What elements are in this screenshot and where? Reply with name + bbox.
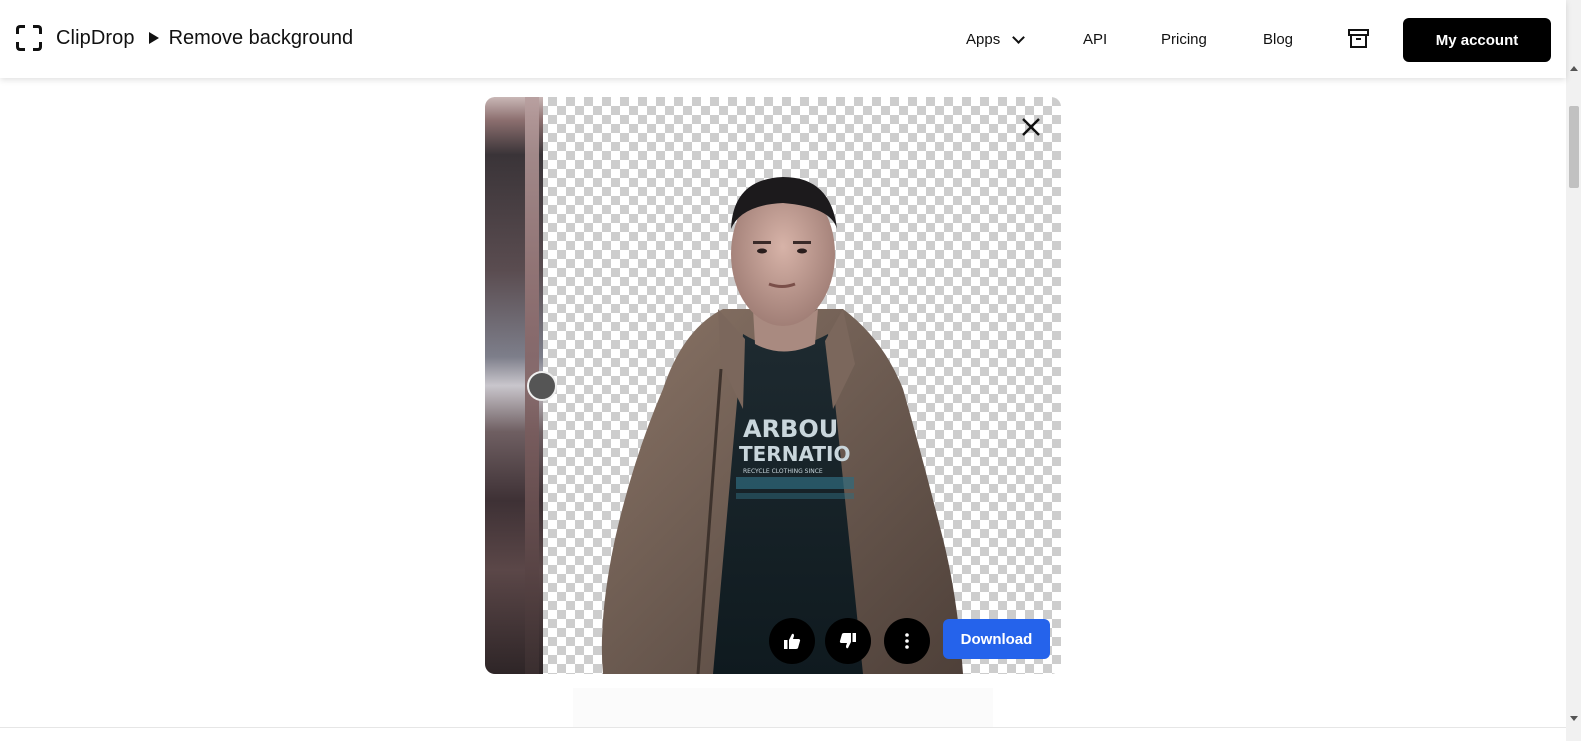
play-arrow-icon [148, 32, 159, 44]
page-scrollbar[interactable] [1566, 0, 1581, 741]
tshirt-text-line-3: RECYCLE CLOTHING SINCE [743, 468, 823, 475]
scroll-up-arrow-icon[interactable] [1570, 66, 1578, 71]
brand-name[interactable]: ClipDrop [56, 27, 135, 50]
scroll-down-arrow-icon[interactable] [1570, 716, 1578, 721]
image-comparison-card: ARBOU TERNATIO RECYCLE CLOTHING SINCE Do… [485, 97, 1061, 674]
archive-icon[interactable] [1348, 29, 1369, 48]
nav-apps-label: Apps [966, 31, 1001, 48]
my-account-button[interactable]: My account [1403, 18, 1551, 62]
cutout-subject-image: ARBOU TERNATIO RECYCLE CLOTHING SINCE [601, 177, 963, 674]
scrollbar-thumb[interactable] [1569, 106, 1579, 188]
clipdrop-logo-icon [16, 25, 42, 51]
nav-pricing-link[interactable]: Pricing [1161, 31, 1207, 48]
nav-apps-dropdown[interactable]: Apps [966, 30, 1026, 48]
page-bottom-area [573, 688, 993, 727]
download-button[interactable]: Download [943, 619, 1050, 659]
brand[interactable]: ClipDrop Remove background [16, 24, 353, 52]
dislike-button[interactable] [825, 618, 871, 664]
more-options-button[interactable] [884, 618, 930, 664]
breadcrumb-page-title: Remove background [168, 26, 354, 49]
thumbs-down-icon [839, 633, 856, 649]
like-button[interactable] [769, 618, 815, 664]
tshirt-text-line-1: ARBOU [743, 415, 838, 443]
nav-api-link[interactable]: API [1083, 31, 1107, 48]
tshirt-text-line-2: TERNATIO [739, 442, 850, 466]
nav-blog-link[interactable]: Blog [1263, 31, 1293, 48]
section-divider [0, 727, 1566, 728]
close-icon[interactable] [1020, 116, 1042, 138]
top-navigation-bar: ClipDrop Remove background Apps API Pric… [0, 0, 1566, 78]
thumbs-up-icon [784, 633, 801, 649]
comparison-slider-handle[interactable] [527, 371, 557, 401]
more-vertical-icon [905, 633, 909, 649]
chevron-down-icon [1012, 30, 1026, 44]
